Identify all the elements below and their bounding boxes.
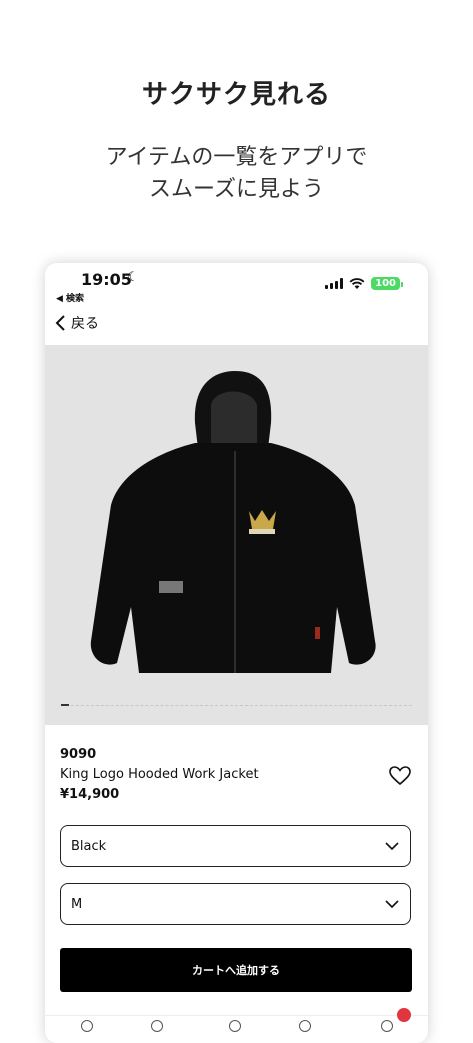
phone-screen: 19:05 ☾ ◀ 検索 100 戻る 9090 King Logo Hoode… [45,263,428,1043]
navigation-bar: 戻る [45,309,428,343]
product-image-carousel[interactable] [45,345,428,725]
notification-badge [397,1008,411,1022]
carousel-indicator [61,704,69,706]
product-price: ¥14,900 [60,787,120,802]
chevron-down-icon [385,842,399,851]
tab-search-icon[interactable] [151,1020,163,1032]
chevron-left-icon [55,315,65,331]
status-bar: 19:05 ☾ ◀ 検索 100 [45,263,428,307]
size-select-value: M [71,896,83,912]
product-brand: 9090 [60,747,97,762]
tab-home-icon[interactable] [81,1020,93,1032]
wifi-icon [349,277,365,289]
promo-subtitle: アイテムの一覧をアプリで スムーズに見よう [0,142,473,206]
add-to-cart-button[interactable]: カートへ追加する [60,948,412,992]
size-select[interactable]: M [60,883,411,925]
carousel-track [61,705,412,707]
back-label: 戻る [71,316,99,332]
back-to-app-link[interactable]: ◀ 検索 [56,291,84,304]
battery-icon: 100 [371,277,403,290]
heart-icon[interactable] [388,764,412,788]
signal-icon [325,278,344,289]
moon-icon: ☾ [127,270,139,285]
back-button[interactable]: 戻る [55,313,99,333]
tab-bar [45,1008,428,1043]
product-name: King Logo Hooded Work Jacket [60,767,259,782]
tab-cart-icon[interactable] [299,1020,311,1032]
product-image [90,371,376,673]
chevron-down-icon [385,900,399,909]
promo-subtitle-line1: アイテムの一覧をアプリで [105,145,368,170]
tab-favorite-icon[interactable] [229,1020,241,1032]
color-select[interactable]: Black [60,825,411,867]
color-select-value: Black [71,838,107,854]
status-icons: 100 [325,277,403,290]
status-time: 19:05 [81,270,132,289]
tab-account-icon[interactable] [381,1020,393,1032]
promo-title: サクサク見れる [141,80,331,110]
promo-subtitle-line2: スムーズに見よう [149,177,324,202]
